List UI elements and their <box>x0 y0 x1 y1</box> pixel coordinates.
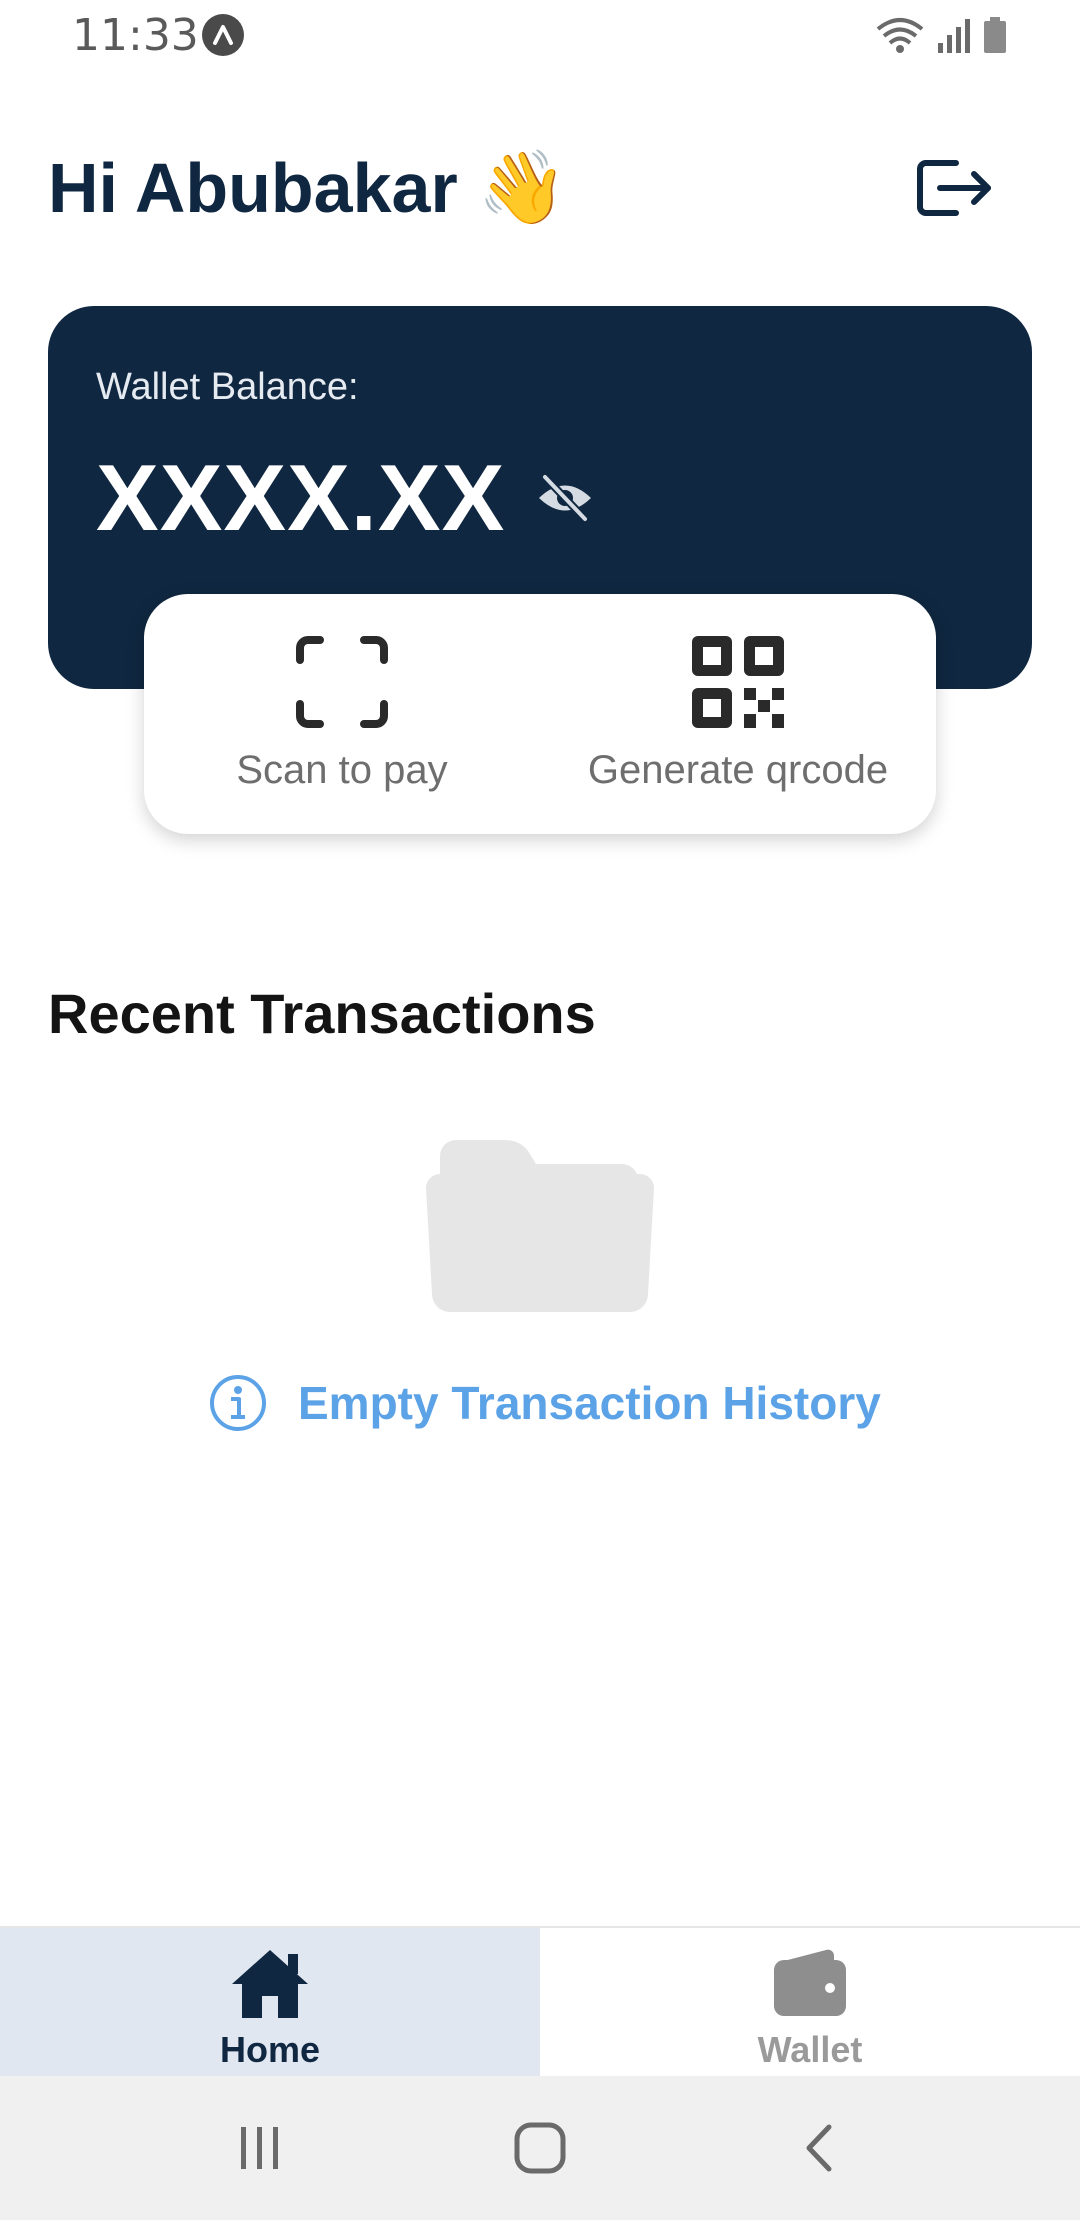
recent-apps-button[interactable] <box>220 2108 300 2188</box>
battery-icon <box>984 17 1006 53</box>
folder-icon <box>426 1140 654 1312</box>
status-icons <box>874 14 1008 56</box>
logout-icon <box>917 160 991 216</box>
home-system-button[interactable] <box>500 2108 580 2188</box>
wifi-icon <box>876 18 924 53</box>
recent-transactions-title: Recent Transactions <box>48 982 596 1045</box>
home-circle-icon <box>514 2122 566 2174</box>
signal-icon <box>938 19 970 53</box>
empty-transactions-text: Empty Transaction History <box>298 1377 881 1429</box>
generate-qrcode-label: Generate qrcode <box>587 748 889 792</box>
toggle-balance-visibility-button[interactable] <box>532 468 598 528</box>
home-icon <box>232 1950 308 2018</box>
greeting-text: Hi Abubakar <box>48 149 458 227</box>
actions-card: Scan to pay Generate qrcode <box>144 594 936 834</box>
logout-button[interactable] <box>910 148 1000 228</box>
eye-off-icon <box>539 473 591 523</box>
info-icon <box>210 1375 266 1431</box>
wallet-balance-value: XXXX.XX <box>96 445 506 550</box>
back-button[interactable] <box>780 2108 860 2188</box>
back-icon <box>806 2124 832 2172</box>
tab-wallet[interactable]: Wallet <box>540 1928 1080 2078</box>
scan-to-pay-label: Scan to pay <box>236 748 448 792</box>
greeting: Hi Abubakar 👋 <box>48 148 567 228</box>
tab-home[interactable]: Home <box>0 1928 540 2078</box>
status-time: 11:33 <box>72 10 199 61</box>
wallet-balance-label: Wallet Balance: <box>96 366 359 408</box>
system-navigation-bar <box>0 2076 1080 2220</box>
wallet-icon <box>774 1949 846 2016</box>
scan-to-pay-button[interactable]: Scan to pay <box>144 594 540 834</box>
recent-apps-icon <box>241 2127 278 2169</box>
generate-qrcode-button[interactable]: Generate qrcode <box>540 594 936 834</box>
scan-icon <box>296 636 388 728</box>
bottom-navigation: Home Wallet <box>0 1926 1080 2078</box>
expo-icon <box>202 14 244 56</box>
qrcode-icon <box>692 636 784 728</box>
waving-hand-icon: 👋 <box>477 148 568 228</box>
empty-transactions-message: Empty Transaction History <box>208 1370 881 1436</box>
tab-home-label: Home <box>219 2029 321 2070</box>
tab-wallet-label: Wallet <box>757 2029 863 2070</box>
